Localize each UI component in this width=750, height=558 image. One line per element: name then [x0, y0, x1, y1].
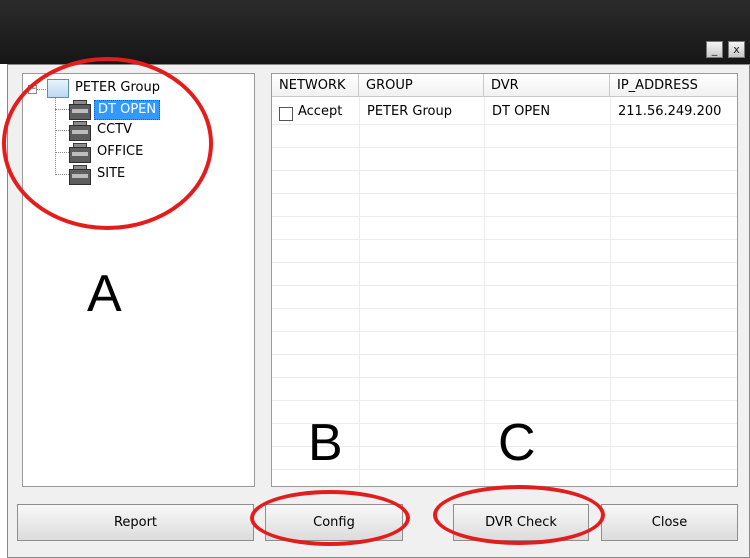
group-cell: PETER Group — [367, 104, 452, 119]
row-divider — [272, 400, 737, 401]
column-divider — [484, 97, 485, 486]
annotation-label-b: B — [308, 414, 343, 472]
row-divider — [272, 377, 737, 378]
dvr-cell: DT OPEN — [492, 104, 551, 119]
window-titlebar: _ x — [0, 0, 750, 64]
row-divider — [272, 331, 737, 332]
column-divider — [610, 97, 611, 486]
row-divider — [272, 170, 737, 171]
column-divider — [359, 97, 360, 486]
network-cell: Accept — [298, 104, 343, 119]
annotation-label-a: A — [87, 265, 122, 323]
row-divider — [272, 216, 737, 217]
row-divider — [272, 124, 737, 125]
column-header-ip-address[interactable]: IP_ADDRESS — [610, 74, 737, 97]
accept-checkbox[interactable] — [279, 107, 293, 121]
column-header-network[interactable]: NETWORK — [272, 74, 359, 97]
column-header-group[interactable]: GROUP — [359, 74, 484, 97]
report-button[interactable]: Report — [17, 504, 254, 541]
close-window-button[interactable]: x — [728, 41, 745, 58]
minimize-button[interactable]: _ — [706, 41, 723, 58]
row-divider — [272, 354, 737, 355]
annotation-ellipse-c — [433, 485, 605, 545]
column-header-dvr[interactable]: DVR — [484, 74, 610, 97]
close-button[interactable]: Close — [601, 504, 738, 541]
row-divider — [272, 239, 737, 240]
annotation-ellipse-b — [250, 490, 410, 546]
annotation-ellipse-a — [2, 57, 213, 230]
row-divider — [272, 285, 737, 286]
annotation-label-c: C — [498, 414, 536, 472]
ip-address-cell: 211.56.249.200 — [618, 104, 722, 119]
row-divider — [272, 147, 737, 148]
row-divider — [272, 262, 737, 263]
row-divider — [272, 193, 737, 194]
row-divider — [272, 308, 737, 309]
